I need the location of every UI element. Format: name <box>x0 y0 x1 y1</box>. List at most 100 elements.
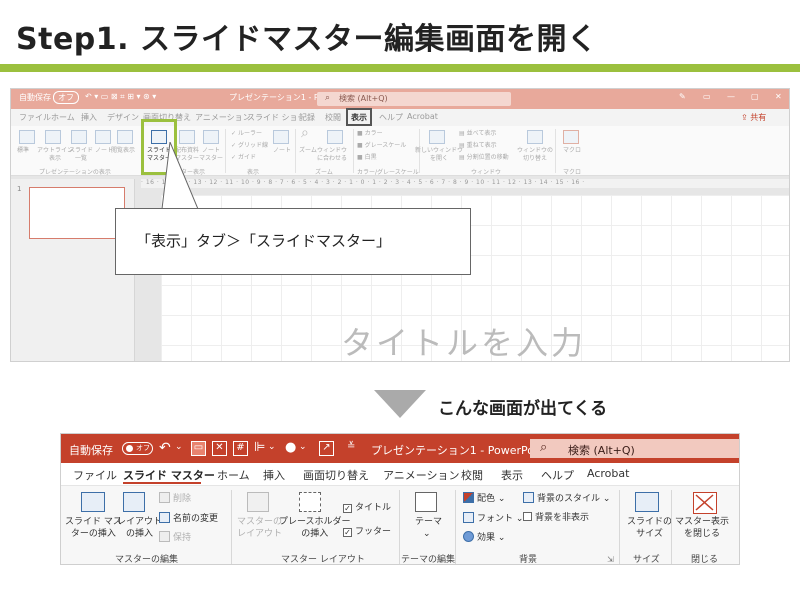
tab-review[interactable]: 校閲 <box>325 112 341 123</box>
fit-window-icon[interactable] <box>327 130 343 144</box>
tab-home[interactable]: ホーム <box>217 467 250 483</box>
notes-page-icon[interactable] <box>95 130 111 144</box>
tab-transitions[interactable]: 画面切り替え <box>303 467 369 483</box>
tab-file[interactable]: ファイル <box>73 467 117 483</box>
tab-file[interactable]: ファイル <box>19 112 51 123</box>
tab-animations[interactable]: アニメーション <box>195 112 251 123</box>
switch-windows-label: ウィンドウの 切り替え <box>517 147 554 162</box>
master-layout-icon[interactable] <box>247 492 269 512</box>
close-box-icon[interactable]: ✕ <box>212 441 227 456</box>
fonts-dropdown[interactable]: フォント ⌄ <box>463 512 523 525</box>
close-icon[interactable]: ✕ <box>775 92 782 101</box>
undo-dropdown-icon[interactable]: ⌄ <box>175 442 183 452</box>
horizontal-ruler: · 16 · 15 · 14 · 13 · 12 · 11 · 10 · 9 ·… <box>141 179 789 188</box>
autosave-toggle[interactable]: オフ <box>53 91 79 104</box>
colors-dropdown[interactable]: 配色 ⌄ <box>463 492 505 505</box>
grayscale-item[interactable]: ■ グレースケール <box>357 142 406 150</box>
footer-checkbox[interactable]: ✓ フッター <box>343 526 391 538</box>
normal-view-icon[interactable] <box>19 130 35 144</box>
group-label-size: サイズ <box>633 555 660 565</box>
group-label-background: 背景 <box>519 555 538 565</box>
shapes-dropdown-icon[interactable]: ⌄ <box>299 442 307 452</box>
tab-view[interactable]: 表示 <box>501 467 523 483</box>
autosave-toggle[interactable]: オフ <box>122 442 153 455</box>
slide-number: 1 <box>17 185 22 193</box>
close-master-view-button[interactable]: マスター表示 を閉じる <box>675 516 729 540</box>
cascade-item[interactable]: ▤ 重ねて表示 <box>459 142 497 150</box>
pen-icon[interactable]: ✎ <box>679 92 686 101</box>
preserve-button[interactable]: 保持 <box>159 531 191 544</box>
undo-icon[interactable]: ↶ <box>159 440 171 456</box>
gridlines-check[interactable]: ✓ グリッド線 <box>231 142 268 150</box>
insert-placeholder-button[interactable]: プレースホルダー の挿入 <box>279 516 351 540</box>
undo-icon[interactable]: ↶ ▾ ▭ ⊠ ⌗ ⊞ ▾ ⊛ ▾ <box>85 92 156 102</box>
arrange-all-item[interactable]: ▤ 並べて表示 <box>459 130 496 138</box>
outline-view-icon[interactable] <box>45 130 61 144</box>
slide-size-icon[interactable] <box>635 492 659 512</box>
align-icon[interactable]: ⊫ <box>254 440 265 455</box>
ruler-check[interactable]: ✓ ルーラー <box>231 130 262 138</box>
macros-icon[interactable] <box>563 130 579 144</box>
search-box[interactable]: ⌕ 検索 (Alt+Q) <box>317 92 511 106</box>
shapes-icon[interactable]: ● <box>285 440 296 455</box>
tab-help[interactable]: ヘルプ <box>541 467 574 483</box>
insert-layout-button[interactable]: レイアウト の挿入 <box>117 516 162 540</box>
ribbon-display-icon[interactable]: ▭ <box>703 92 711 101</box>
restore-icon[interactable]: ▢ <box>751 92 759 101</box>
customize-toolbar-icon[interactable]: ≚ <box>347 441 355 452</box>
tab-record[interactable]: 記録 <box>299 112 315 123</box>
move-split-item[interactable]: ▤ 分割位置の移動 <box>459 154 509 162</box>
switch-windows-icon[interactable] <box>527 130 543 144</box>
slide-thumbnail[interactable] <box>29 187 125 239</box>
tab-slideshow[interactable]: スライド ショー <box>247 112 306 123</box>
slide-size-button[interactable]: スライドの サイズ <box>627 516 672 540</box>
title-checkbox[interactable]: ✓ タイトル <box>343 502 391 514</box>
delete-button[interactable]: 削除 <box>159 492 191 505</box>
share-button[interactable]: ⇪ 共有 <box>741 112 766 123</box>
themes-dropdown-icon[interactable]: ⌄ <box>423 528 431 540</box>
title-placeholder[interactable]: タイトルを入力 <box>341 318 586 361</box>
new-window-icon[interactable] <box>429 130 445 144</box>
slide-master-quick-icon[interactable]: ▭ <box>191 441 206 456</box>
minimize-icon[interactable]: — <box>727 92 735 101</box>
themes-button[interactable]: テーマ <box>415 516 442 528</box>
tab-animations[interactable]: アニメーション <box>383 467 460 483</box>
table-icon[interactable]: # <box>233 441 248 456</box>
active-tab-underline <box>123 482 201 484</box>
bw-item[interactable]: ■ 白黒 <box>357 154 377 162</box>
background-dialog-launcher-icon[interactable]: ⇲ <box>607 555 614 564</box>
align-dropdown-icon[interactable]: ⌄ <box>268 442 276 452</box>
insert-placeholder-icon[interactable] <box>299 492 321 512</box>
zoom-icon[interactable]: ⌕ <box>301 126 309 140</box>
tab-acrobat[interactable]: Acrobat <box>407 112 438 121</box>
tab-home[interactable]: ホーム <box>51 112 75 123</box>
master-layout-button[interactable]: マスターの レイアウト <box>237 516 282 540</box>
group-label-master-layout: マスター レイアウト <box>281 555 365 565</box>
ribbon-separator <box>555 129 556 173</box>
hide-background-checkbox[interactable]: 背景を非表示 <box>523 512 589 524</box>
present-icon[interactable]: ↗ <box>319 441 334 456</box>
guides-check[interactable]: ✓ ガイド <box>231 154 256 162</box>
tab-slide-master[interactable]: スライド マスター <box>123 467 215 483</box>
color-item[interactable]: ■ カラー <box>357 130 383 138</box>
tab-insert[interactable]: 挿入 <box>81 112 97 123</box>
insert-slide-master-icon[interactable] <box>81 492 105 512</box>
notes-master-icon[interactable] <box>203 130 219 144</box>
background-styles-dropdown[interactable]: 背景のスタイル ⌄ <box>523 492 610 505</box>
tab-review[interactable]: 校閲 <box>461 467 483 483</box>
insert-slide-master-button[interactable]: スライド マス ターの挿入 <box>65 516 122 540</box>
tab-acrobat[interactable]: Acrobat <box>587 467 629 480</box>
tab-help[interactable]: ヘルプ <box>379 112 403 123</box>
insert-layout-icon[interactable] <box>123 492 145 512</box>
search-box[interactable]: ⌕ 検索 (Alt+Q) <box>530 439 739 458</box>
effects-dropdown[interactable]: 効果 ⌄ <box>463 531 505 544</box>
tab-design[interactable]: デザイン <box>107 112 139 123</box>
themes-icon[interactable] <box>415 492 437 512</box>
reading-view-icon[interactable] <box>117 130 133 144</box>
close-master-view-icon[interactable] <box>693 492 717 514</box>
rename-button[interactable]: 名前の変更 <box>159 512 218 525</box>
notes-icon[interactable] <box>273 130 289 144</box>
slide-sorter-icon[interactable] <box>71 130 87 144</box>
page-heading: Step1. スライドマスター編集画面を開く <box>16 22 598 57</box>
tab-insert[interactable]: 挿入 <box>263 467 285 483</box>
